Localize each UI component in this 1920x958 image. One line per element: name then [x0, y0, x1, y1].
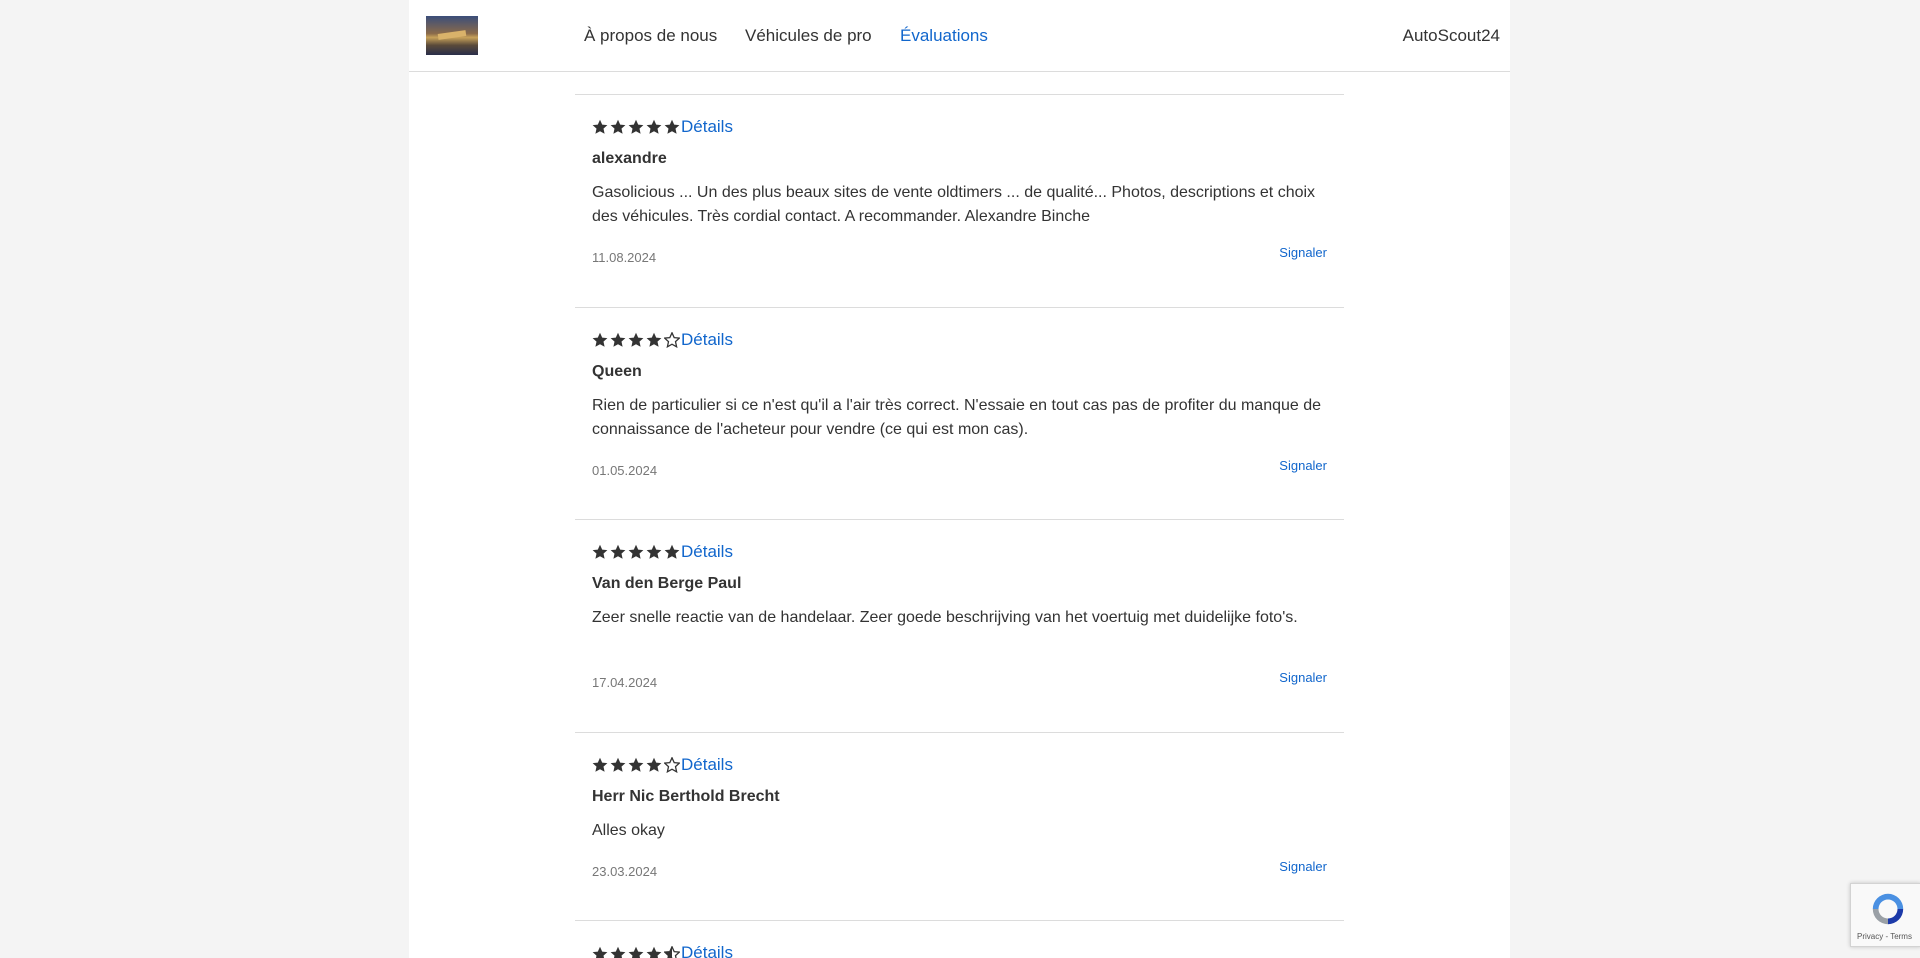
- recaptcha-badge[interactable]: Privacy - Terms: [1850, 883, 1920, 947]
- review-date: 11.08.2024: [592, 250, 657, 265]
- star-filled-icon: [610, 946, 628, 958]
- details-link[interactable]: Détails: [681, 755, 733, 775]
- star-filled-icon: [592, 332, 610, 350]
- details-link[interactable]: Détails: [681, 330, 733, 350]
- nav-link-pro-vehicles[interactable]: Véhicules de pro: [745, 26, 872, 46]
- star-filled-icon: [610, 544, 628, 562]
- review-item: Détails Queen Rien de particulier si ce …: [575, 307, 1344, 520]
- star-filled-icon: [592, 119, 610, 137]
- review-item: Détails: [575, 920, 1344, 958]
- star-rating: [592, 119, 682, 137]
- top-navbar: À propos de nous Véhicules de pro Évalua…: [409, 0, 1510, 72]
- brand-link[interactable]: AutoScout24: [1403, 26, 1500, 46]
- star-empty-icon: [663, 331, 682, 350]
- review-date: 01.05.2024: [592, 463, 658, 478]
- star-filled-icon: [646, 119, 664, 137]
- details-link[interactable]: Détails: [681, 542, 733, 562]
- star-filled-icon: [628, 119, 646, 137]
- star-filled-icon: [628, 332, 646, 350]
- star-rating: [592, 331, 682, 350]
- recaptcha-links[interactable]: Privacy - Terms: [1857, 932, 1912, 941]
- star-filled-icon: [610, 757, 628, 775]
- review-text: Gasolicious ... Un des plus beaux sites …: [592, 184, 1316, 225]
- star-filled-icon: [664, 119, 682, 137]
- review-item: Détails Van den Berge Paul Zeer snelle r…: [575, 519, 1344, 732]
- page-container: À propos de nous Véhicules de pro Évalua…: [409, 0, 1510, 958]
- star-half-icon: [663, 945, 682, 958]
- review-text: Rien de particulier si ce n'est qu'il a …: [592, 397, 1322, 438]
- review-item: Détails alexandre Gasolicious ... Un des…: [575, 94, 1344, 307]
- nav-link-reviews[interactable]: Évaluations: [900, 26, 988, 46]
- star-filled-icon: [646, 946, 664, 958]
- dealer-logo[interactable]: [426, 16, 478, 55]
- details-link[interactable]: Détails: [681, 117, 733, 137]
- reviewer-name: Queen: [592, 363, 642, 380]
- star-rating: [592, 756, 682, 775]
- star-filled-icon: [592, 946, 610, 958]
- star-empty-icon: [663, 756, 682, 775]
- star-filled-icon: [646, 757, 664, 775]
- star-filled-icon: [646, 332, 664, 350]
- star-filled-icon: [664, 544, 682, 562]
- review-text: Zeer snelle reactie van de handelaar. Ze…: [592, 609, 1298, 626]
- star-filled-icon: [610, 332, 628, 350]
- star-filled-icon: [628, 757, 646, 775]
- details-link[interactable]: Détails: [681, 943, 733, 958]
- reviewer-name: alexandre: [592, 150, 667, 167]
- report-link[interactable]: Signaler: [1279, 859, 1327, 874]
- star-rating: [592, 544, 682, 562]
- star-filled-icon: [646, 544, 664, 562]
- report-link[interactable]: Signaler: [1279, 670, 1327, 685]
- reviewer-name: Van den Berge Paul: [592, 575, 742, 592]
- star-filled-icon: [592, 757, 610, 775]
- star-filled-icon: [628, 544, 646, 562]
- recaptcha-icon: [1872, 893, 1904, 925]
- review-date: 23.03.2024: [592, 864, 658, 879]
- star-filled-icon: [610, 119, 628, 137]
- reviewer-name: Herr Nic Berthold Brecht: [592, 788, 780, 805]
- review-item: Détails Herr Nic Berthold Brecht Alles o…: [575, 732, 1344, 921]
- nav-link-about[interactable]: À propos de nous: [584, 26, 717, 46]
- review-text: Alles okay: [592, 822, 665, 839]
- review-date: 17.04.2024: [592, 675, 658, 690]
- report-link[interactable]: Signaler: [1279, 458, 1327, 473]
- star-filled-icon: [592, 544, 610, 562]
- star-rating: [592, 945, 682, 958]
- report-link[interactable]: Signaler: [1279, 245, 1327, 260]
- star-filled-icon: [628, 946, 646, 958]
